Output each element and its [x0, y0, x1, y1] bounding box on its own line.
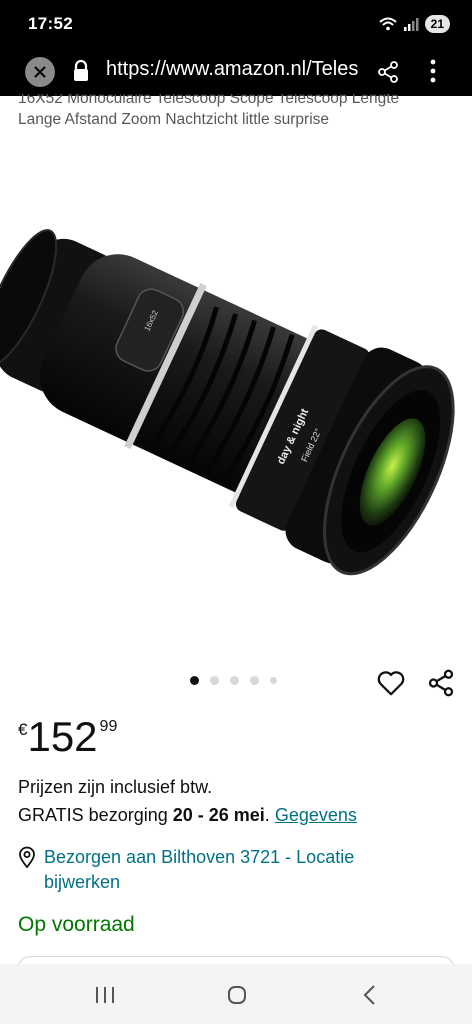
more-options-icon[interactable]	[426, 58, 440, 84]
product-image[interactable]: 16x52 day & night Field 22°	[0, 150, 472, 670]
delivery-info: GRATIS bezorging 20 - 26 mei. Gegevens	[18, 805, 357, 826]
carousel-dot[interactable]	[250, 676, 259, 685]
stock-status: Op voorraad	[18, 913, 135, 936]
price-currency: €	[18, 720, 28, 739]
location-pin-icon	[19, 846, 35, 868]
carousel-dot[interactable]	[210, 676, 219, 685]
carousel-dot[interactable]	[190, 676, 199, 685]
location-line: Bezorgen aan Bilthoven 3721 - Locatie	[44, 847, 355, 867]
price-whole: 152	[27, 713, 98, 760]
heart-icon[interactable]	[376, 668, 406, 698]
home-icon[interactable]	[227, 985, 247, 1005]
product-title-line: 16X52 Monoculaire Telescoop Scope Telesc…	[18, 94, 400, 107]
share-icon[interactable]	[376, 60, 400, 84]
delivery-prefix: GRATIS bezorging	[18, 805, 173, 825]
status-time: 17:52	[28, 14, 73, 33]
carousel-dot[interactable]	[230, 676, 239, 685]
browser-toolbar: https://www.amazon.nl/Teles	[0, 48, 472, 96]
product-title-line: Lange Afstand Zoom Nachtzicht little sur…	[18, 111, 330, 128]
close-icon	[34, 66, 46, 78]
price: € 152 99	[18, 712, 117, 762]
product-title[interactable]: 16X52 Monoculaire Telescoop Scope Telesc…	[18, 94, 458, 138]
delivery-details-link[interactable]: Gegevens	[275, 805, 357, 825]
status-icons: 21	[378, 15, 450, 33]
delivery-dates: 20 - 26 mei	[172, 805, 265, 825]
share-icon[interactable]	[426, 668, 456, 698]
status-bar: 17:52 21	[0, 0, 472, 48]
location-line: bijwerken	[44, 872, 121, 892]
lock-icon[interactable]	[72, 59, 90, 83]
url-field[interactable]: https://www.amazon.nl/Teles	[106, 58, 358, 81]
delivery-suffix: .	[264, 805, 275, 825]
location-link[interactable]: Bezorgen aan Bilthoven 3721 - Locatie bi…	[44, 845, 424, 895]
signal-icon	[403, 18, 419, 31]
recent-apps-icon[interactable]	[94, 985, 116, 1005]
carousel-dot[interactable]	[270, 677, 277, 684]
back-icon[interactable]	[362, 984, 378, 1006]
battery-icon: 21	[424, 15, 450, 33]
wifi-icon	[378, 17, 397, 31]
close-tab-button[interactable]	[25, 57, 55, 87]
vat-note: Prijzen zijn inclusief btw.	[18, 777, 213, 797]
system-nav-bar	[0, 964, 472, 1024]
price-fraction: 99	[99, 718, 118, 735]
image-carousel-dots[interactable]	[190, 676, 277, 685]
